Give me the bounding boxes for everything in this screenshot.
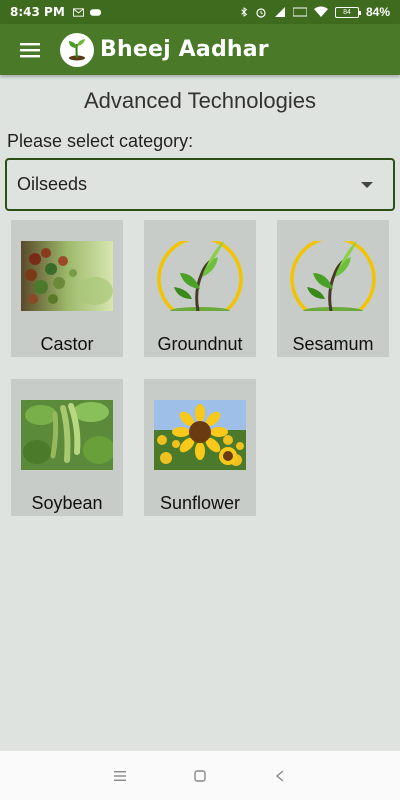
signal-icon (274, 7, 285, 17)
status-time: 8:43 PM (10, 5, 65, 19)
volte-icon (292, 7, 307, 17)
home-button[interactable] (188, 764, 212, 788)
hamburger-menu-icon (20, 42, 40, 57)
crop-tile-castor[interactable]: Castor (11, 220, 123, 357)
app-title: Bheej Aadhar (100, 37, 269, 62)
alarm-icon (256, 8, 266, 18)
crop-label-castor: Castor (40, 334, 94, 354)
soybean-pods-photo (21, 400, 113, 470)
app-logo (60, 32, 94, 67)
game-notification-icon (89, 8, 101, 16)
sapling-placeholder-icon (287, 241, 379, 311)
system-nav-bar (0, 751, 400, 800)
wifi-icon (313, 6, 328, 17)
category-dropdown[interactable]: Oilseeds (5, 158, 395, 211)
crop-label-sesamum: Sesamum (292, 334, 374, 354)
crop-tile-sesamum[interactable]: Sesamum (277, 220, 389, 357)
recent-apps-icon (114, 770, 126, 781)
battery-icon: 84 (334, 6, 361, 18)
dropdown-arrow-icon (361, 181, 373, 188)
crop-label-sunflower: Sunflower (159, 493, 241, 513)
category-label: Please select category: (7, 131, 194, 151)
back-chevron-icon (275, 769, 284, 782)
crop-label-groundnut: Groundnut (157, 334, 243, 354)
bluetooth-icon (241, 7, 248, 17)
menu-button[interactable] (0, 24, 60, 75)
castor-plant-photo (21, 241, 113, 311)
back-button[interactable] (268, 764, 292, 788)
status-bar: 8:43 PM 84 84% (0, 0, 400, 24)
page-title: Advanced Technologies (84, 88, 316, 113)
app-bar: Bheej Aadhar (0, 24, 400, 75)
sprout-logo-icon (69, 38, 85, 60)
crop-label-soybean: Soybean (31, 493, 103, 513)
recent-apps-button[interactable] (108, 764, 132, 788)
crop-tile-sunflower[interactable]: Sunflower (144, 379, 256, 516)
battery-percent: 84% (365, 5, 390, 19)
sapling-placeholder-icon (154, 241, 246, 311)
category-selected-value: Oilseeds (17, 174, 88, 194)
crop-tile-groundnut[interactable]: Groundnut (144, 220, 256, 357)
home-square-icon (194, 769, 206, 782)
sunflower-field-photo (154, 400, 246, 470)
crop-tile-soybean[interactable]: Soybean (11, 379, 123, 516)
mail-notification-icon (72, 7, 84, 17)
